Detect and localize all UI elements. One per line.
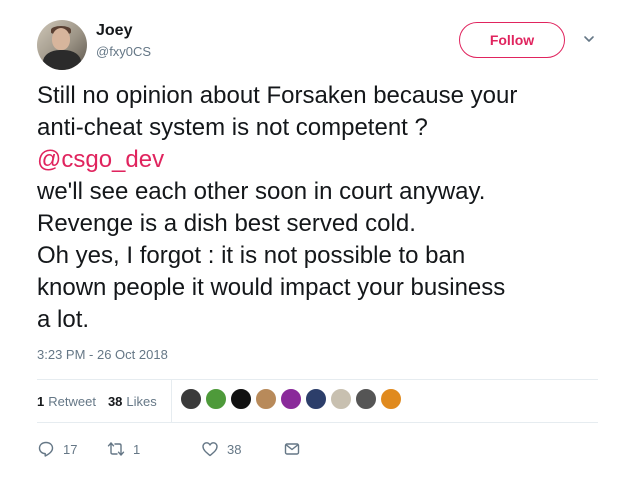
- retweet-count: 1: [133, 441, 141, 457]
- tweet-actions: 17 1 38: [37, 440, 301, 458]
- liker-avatar[interactable]: [305, 388, 327, 410]
- retweets-count: 1: [37, 394, 45, 409]
- display-name[interactable]: Joey: [96, 22, 132, 40]
- tweet-line: we'll see each other soon in court anywa…: [37, 178, 486, 205]
- divider: [37, 379, 598, 380]
- heart-icon: [202, 442, 218, 457]
- liker-avatar[interactable]: [380, 388, 402, 410]
- user-handle[interactable]: @fxy0CS: [96, 44, 151, 59]
- tweet-line: Oh yes, I forgot : it is not possible to…: [37, 242, 466, 269]
- follow-button[interactable]: Follow: [459, 22, 565, 58]
- stats-separator: [171, 380, 172, 422]
- reply-button[interactable]: 17: [37, 440, 105, 458]
- divider: [37, 422, 598, 423]
- tweet-line: known people it would impact your busine…: [37, 274, 506, 301]
- tweet-text: Still no opinion about Forsaken because …: [37, 80, 612, 336]
- tweet-line: Revenge is a dish best served cold.: [37, 210, 416, 237]
- like-button[interactable]: 38: [201, 440, 283, 458]
- likers-avatars: [180, 388, 405, 410]
- engagement-stats: 1 Retweet 38 Likes: [37, 394, 169, 409]
- reply-icon: [38, 441, 54, 457]
- liker-avatar[interactable]: [205, 388, 227, 410]
- likes-stat[interactable]: 38 Likes: [108, 394, 157, 409]
- liker-avatar[interactable]: [230, 388, 252, 410]
- timestamp[interactable]: 3:23 PM - 26 Oct 2018: [37, 347, 168, 362]
- liker-avatar[interactable]: [280, 388, 302, 410]
- tweet-line: a lot.: [37, 306, 90, 333]
- message-icon: [284, 443, 300, 455]
- retweets-label: Retweet: [48, 394, 96, 409]
- likes-label: Likes: [126, 394, 157, 409]
- mention-link[interactable]: @csgo_dev: [37, 144, 612, 176]
- tweet-line: anti-cheat system is not competent ?: [37, 114, 428, 141]
- liker-avatar[interactable]: [355, 388, 377, 410]
- tweet-line: Still no opinion about Forsaken because …: [37, 82, 518, 109]
- chevron-down-icon[interactable]: [582, 32, 596, 46]
- retweet-icon: [107, 442, 125, 456]
- direct-message-button[interactable]: [283, 440, 301, 458]
- likes-count: 38: [107, 394, 123, 409]
- reply-count: 17: [63, 441, 78, 457]
- avatar[interactable]: [37, 20, 87, 70]
- retweets-stat[interactable]: 1 Retweet: [37, 394, 96, 409]
- liker-avatar[interactable]: [255, 388, 277, 410]
- liker-avatar[interactable]: [180, 388, 202, 410]
- like-count: 38: [227, 441, 242, 457]
- retweet-button[interactable]: 1: [107, 440, 201, 458]
- liker-avatar[interactable]: [330, 388, 352, 410]
